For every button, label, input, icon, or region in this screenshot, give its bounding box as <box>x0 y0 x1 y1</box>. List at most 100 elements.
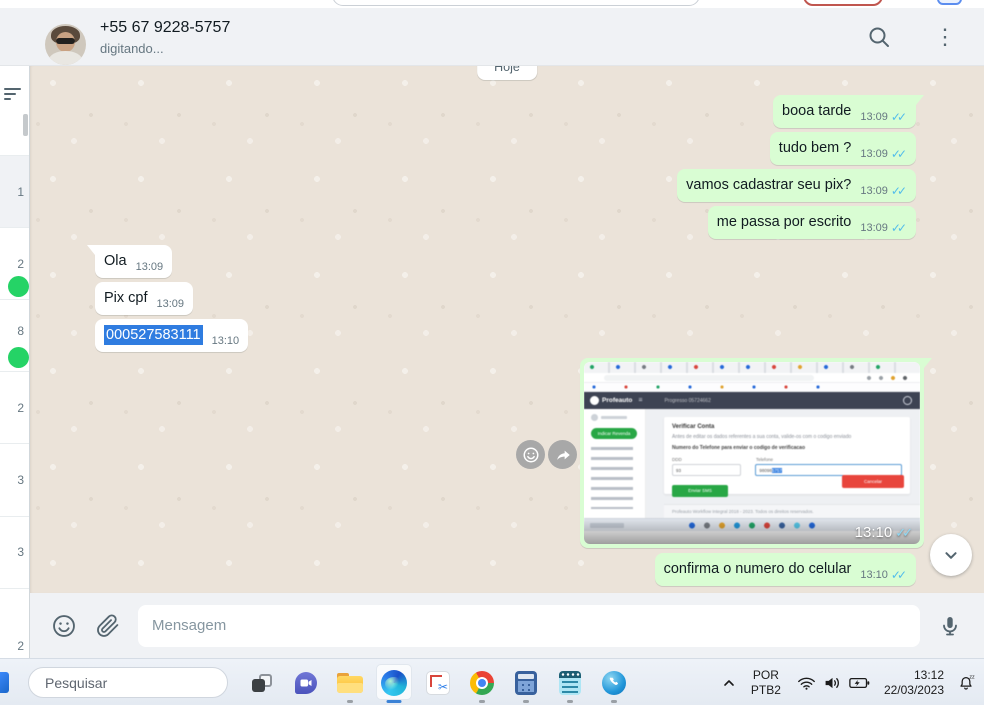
image-message-bubble[interactable]: Profeauto ≡ Progresso 05724662 Indicar R… <box>580 358 924 548</box>
task-view-icon <box>252 674 272 692</box>
chrome-button[interactable] <box>460 659 504 705</box>
row-divider <box>0 227 29 228</box>
search-in-chat-button[interactable] <box>860 18 898 56</box>
contact-info[interactable]: +55 67 9228-5757 digitando... <box>100 19 230 56</box>
calculator-button[interactable] <box>504 659 548 705</box>
whatsapp-icon <box>602 671 626 695</box>
browser-red-outline-fragment <box>803 0 883 6</box>
message-bubble-incoming[interactable]: 000527583111 13:10 <box>95 319 248 352</box>
chat-row-time-fragment[interactable]: 1 <box>17 185 24 199</box>
shot-label-phone: Telefone <box>756 457 773 462</box>
react-emoji-button[interactable] <box>516 440 545 469</box>
shot-app-navbar: Profeauto ≡ Progresso 05724662 <box>584 392 920 409</box>
system-tray: POR PTB2 13:12 22/03/2023 zz <box>721 659 978 705</box>
language-indicator[interactable]: POR PTB2 <box>751 668 781 698</box>
chat-list-selected-row[interactable] <box>0 155 29 227</box>
shot-green-button: Enviar SMS <box>672 485 728 497</box>
tray-overflow-chevron-icon[interactable] <box>721 675 737 691</box>
message-bubble-incoming[interactable]: Pix cpf 13:09 <box>95 282 193 315</box>
chat-image[interactable]: Profeauto ≡ Progresso 05724662 Indicar R… <box>584 362 920 544</box>
message-input[interactable] <box>138 605 920 647</box>
chat-row-time-fragment[interactable]: 2 <box>17 257 24 271</box>
shot-extension-icons <box>866 376 914 380</box>
screenshot-content: Profeauto ≡ Progresso 05724662 Indicar R… <box>584 362 920 544</box>
shot-footer-bar: Profeauto Workflow Integral 2018 - 2023.… <box>664 504 920 518</box>
file-explorer-button[interactable] <box>328 659 372 705</box>
chat-row-time-fragment[interactable]: 8 <box>17 324 24 338</box>
keyboard-layout: PTB2 <box>751 683 781 698</box>
row-divider <box>0 371 29 372</box>
task-view-button[interactable] <box>240 659 284 705</box>
row-divider <box>0 299 29 300</box>
shot-sidebar-green-button: Indicar Revenda <box>591 428 637 439</box>
whatsapp-button[interactable] <box>592 659 636 705</box>
message-bubble-outgoing[interactable]: tudo bem ? 13:09✓✓ <box>770 132 916 165</box>
shot-bookmarks-bar <box>584 383 920 392</box>
chat-row-time-fragment[interactable]: 3 <box>17 545 24 559</box>
chat-row-time-fragment[interactable]: 2 <box>17 401 24 415</box>
forward-message-button[interactable] <box>548 440 577 469</box>
attach-file-button[interactable] <box>94 612 122 640</box>
paperclip-icon <box>96 614 120 638</box>
message-text: Pix cpf <box>104 288 148 308</box>
chat-row-time-fragment[interactable]: 2 <box>17 639 24 653</box>
taskbar-search-input[interactable] <box>45 675 226 691</box>
shot-app-logo <box>590 396 599 405</box>
shot-label-ddd: DDD <box>672 457 756 462</box>
shot-browser-tabs <box>584 362 920 373</box>
teams-chat-button[interactable] <box>284 659 328 705</box>
read-receipt-icon: ✓✓ <box>891 568 907 582</box>
read-receipt-icon: ✓✓ <box>891 184 907 198</box>
start-button-fragment[interactable] <box>0 672 9 693</box>
battery-charging-icon <box>849 675 870 691</box>
message-text: me passa por escrito <box>717 212 852 232</box>
svg-text:zz: zz <box>969 674 975 680</box>
scroll-to-bottom-button[interactable] <box>930 534 972 576</box>
date-separator: Hoje <box>477 66 537 80</box>
message-text: confirma o numero do celular <box>664 559 852 579</box>
chat-list-scrollbar[interactable] <box>23 114 28 136</box>
shot-phone-selected-text: 5757 <box>772 468 782 473</box>
shot-phone-text: 98098 <box>759 468 772 473</box>
edge-button[interactable] <box>372 659 416 705</box>
shot-user-avatar <box>903 396 912 405</box>
message-time: 13:09 <box>136 260 164 274</box>
emoji-picker-button[interactable] <box>50 612 78 640</box>
wifi-icon <box>797 675 816 691</box>
incoming-message-group: Ola 13:09 Pix cpf 13:09 000527583111 13:… <box>95 245 248 352</box>
message-bubble-outgoing[interactable]: vamos cadastrar seu pix? 13:09✓✓ <box>677 169 916 202</box>
message-time: 13:10 <box>860 568 888 582</box>
read-receipt-icon: ✓✓ <box>891 110 907 124</box>
filter-chats-icon[interactable] <box>4 88 21 103</box>
edge-icon <box>381 670 407 696</box>
focus-assist-bell-icon[interactable]: zz <box>956 673 976 693</box>
shot-address-bar <box>584 373 920 383</box>
message-bubble-outgoing[interactable]: confirma o numero do celular 13:10✓✓ <box>655 553 916 586</box>
notepad-button[interactable] <box>548 659 592 705</box>
volume-icon <box>823 675 842 691</box>
taskbar-search[interactable] <box>28 667 228 698</box>
snipping-tool-icon: ✂ <box>426 671 450 695</box>
read-receipt-icon: ✓✓ <box>891 147 907 161</box>
snipping-tool-button[interactable]: ✂ <box>416 659 460 705</box>
clock-date[interactable]: 13:12 22/03/2023 <box>884 668 944 698</box>
contact-name: +55 67 9228-5757 <box>100 19 230 37</box>
message-time: 13:09 <box>860 147 888 161</box>
contact-avatar[interactable] <box>45 24 86 65</box>
message-bubble-outgoing[interactable]: booa tarde 13:09✓✓ <box>773 95 916 128</box>
shot-input-ddd: 93 <box>672 464 741 476</box>
chrome-icon <box>470 671 494 695</box>
message-text: booa tarde <box>782 101 851 121</box>
browser-top-sliver <box>0 0 984 8</box>
voice-message-button[interactable] <box>936 612 964 640</box>
shot-page-body: Indicar Revenda Verificar Conta Antes de… <box>584 409 920 518</box>
message-bubble-outgoing[interactable]: me passa por escrito 13:09✓✓ <box>708 206 916 239</box>
message-bubble-incoming[interactable]: Ola 13:09 <box>95 245 172 278</box>
chevron-down-icon <box>940 544 962 566</box>
quick-settings[interactable] <box>797 675 870 691</box>
chat-row-time-fragment[interactable]: 3 <box>17 473 24 487</box>
message-time: 13:09 <box>860 110 888 124</box>
chat-menu-button[interactable]: ⋮ <box>926 18 964 56</box>
calculator-icon <box>515 671 537 695</box>
row-divider <box>0 155 29 156</box>
